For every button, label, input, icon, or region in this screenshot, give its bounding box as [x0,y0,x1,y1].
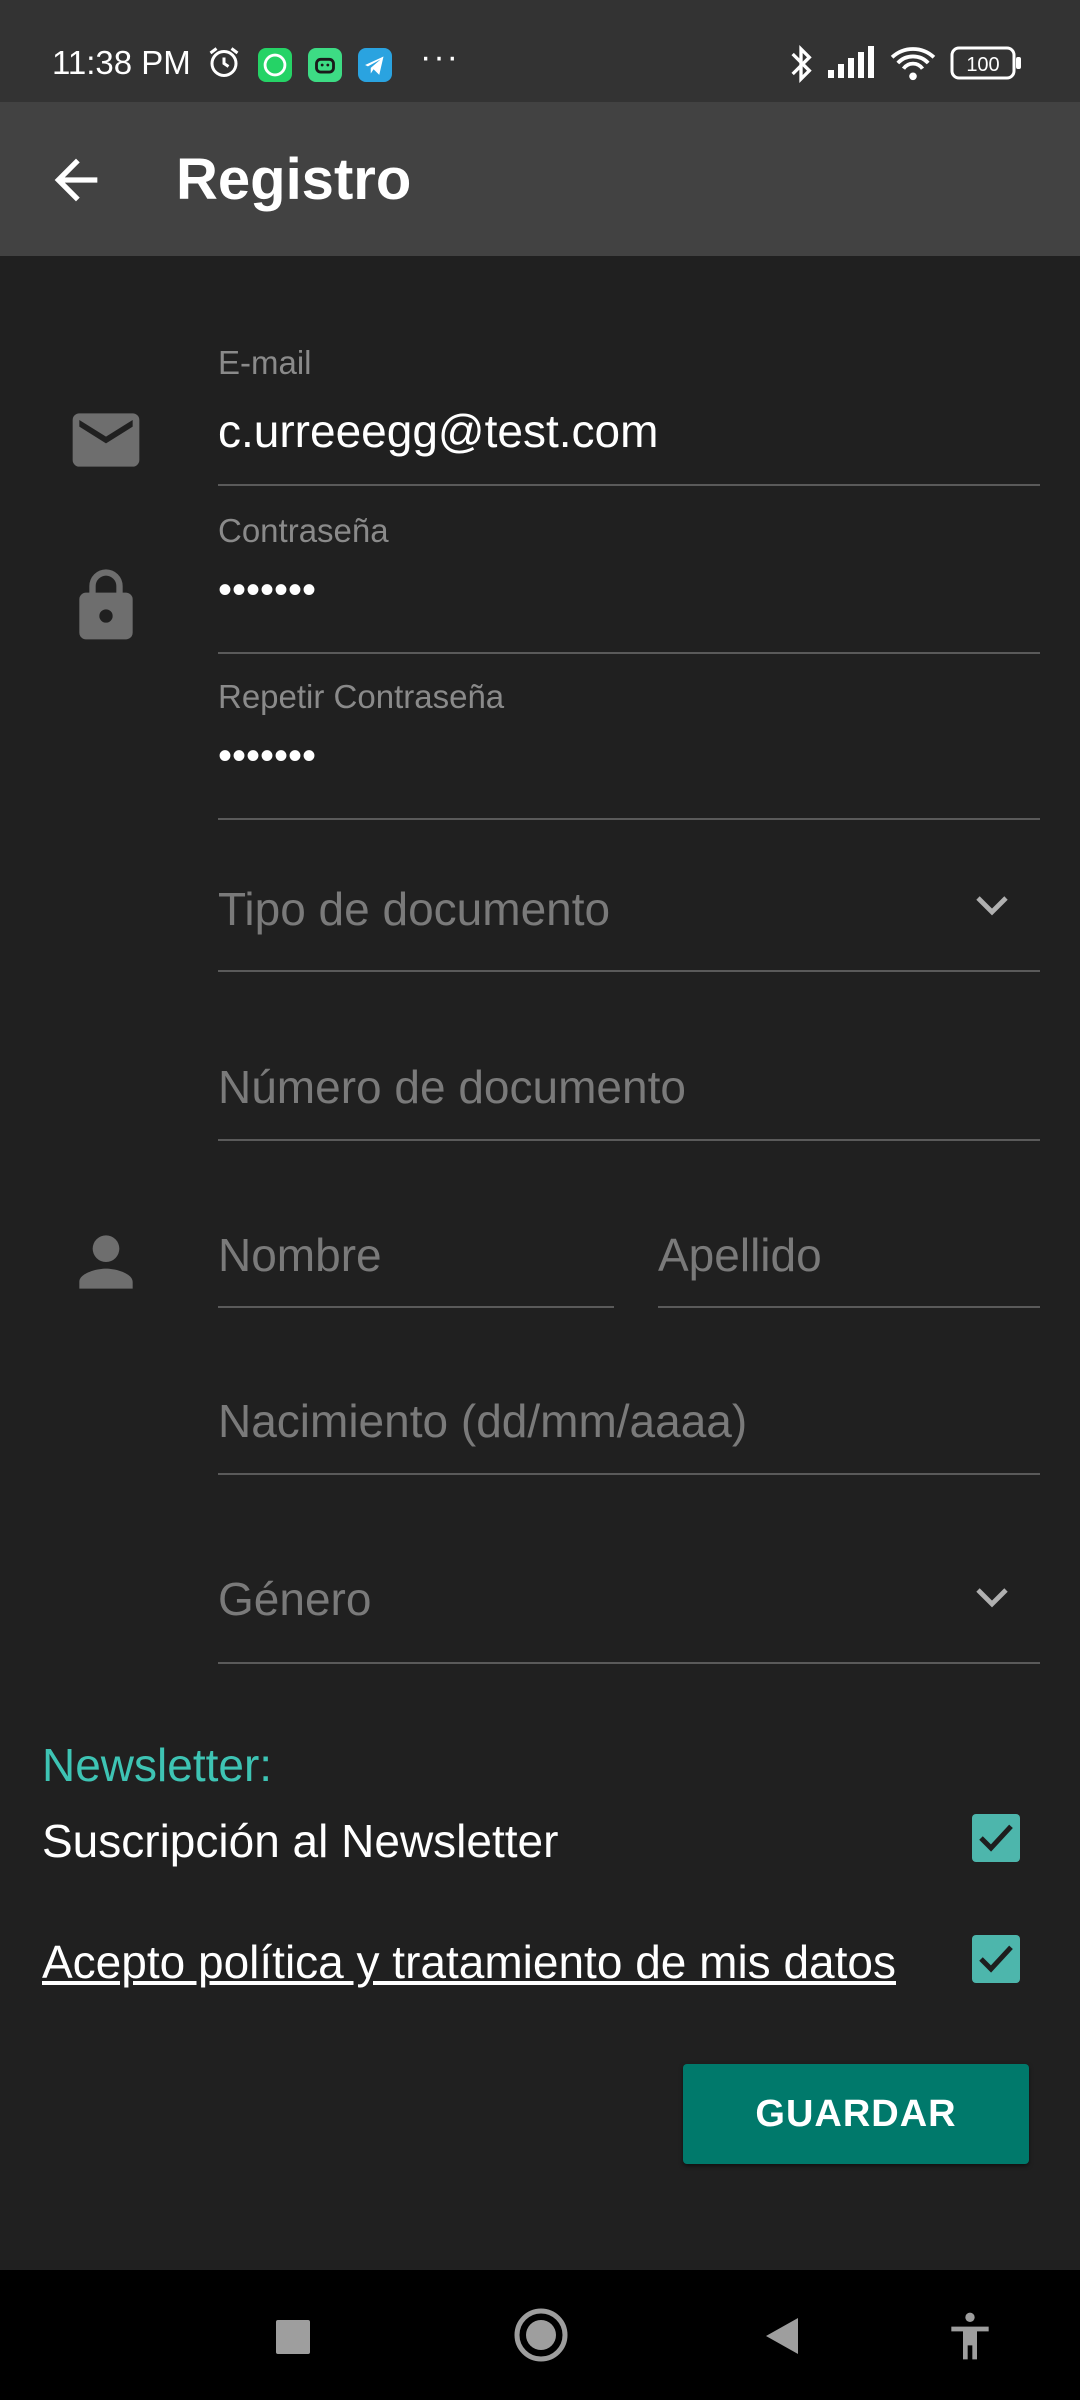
privacy-policy-checkbox[interactable] [972,1935,1020,1983]
status-bar: 11:38 PM ··· 100 [0,0,1080,102]
battery-level: 100 [966,54,999,76]
first-name-field[interactable]: Nombre [218,1220,614,1310]
android-bot-icon [308,48,342,82]
lock-icon [66,566,146,646]
email-underline [218,484,1040,486]
email-field[interactable]: E-mail c.urreeegg@test.com [218,340,1040,488]
document-type-underline [218,970,1040,972]
repeat-password-field[interactable]: Repetir Contraseña ••••••• [218,676,1040,824]
newsletter-heading: Newsletter: [42,1739,273,1791]
bluetooth-icon [786,44,816,89]
alarm-icon [206,44,242,85]
home-circle-icon[interactable] [512,2306,570,2369]
repeat-password-underline [218,818,1040,820]
app-bar: Registro [0,102,1080,256]
privacy-policy-link[interactable]: Acepto política y tratamiento de mis dat… [42,1935,896,1989]
last-name-placeholder: Apellido [658,1229,822,1281]
battery-icon: 100 [950,46,1022,85]
email-value: c.urreeegg@test.com [218,405,659,457]
gender-underline [218,1662,1040,1664]
page-title: Registro [176,147,412,212]
first-name-placeholder: Nombre [218,1229,382,1281]
checkmark-icon [979,1945,1013,1973]
repeat-password-label: Repetir Contraseña [218,678,505,715]
accessibility-icon[interactable] [942,2308,998,2369]
save-button[interactable]: GUARDAR [683,2064,1029,2164]
repeat-password-value: ••••••• [218,734,317,778]
chevron-down-icon [968,1574,1016,1622]
last-name-field[interactable]: Apellido [658,1220,1040,1310]
navigation-bar [0,2270,1080,2400]
more-notifications-icon: ··· [420,38,460,76]
birth-date-field[interactable]: Nacimiento (dd/mm/aaaa) [218,1388,1040,1478]
checkmark-icon [979,1824,1013,1852]
status-time: 11:38 PM [52,44,191,81]
email-label: E-mail [218,344,312,381]
back-triangle-icon[interactable] [760,2314,804,2363]
password-underline [218,652,1040,654]
birth-date-underline [218,1473,1040,1475]
document-type-dropdown[interactable]: Tipo de documento [218,870,1040,974]
gender-placeholder: Género [218,1573,372,1625]
telegram-icon [358,48,392,82]
first-name-underline [218,1306,614,1308]
chevron-down-icon [968,882,1016,930]
newsletter-subscription-label: Suscripción al Newsletter [42,1815,559,1867]
document-number-field[interactable]: Número de documento [218,1052,1040,1142]
password-field[interactable]: Contraseña ••••••• [218,508,1040,656]
password-value: ••••••• [218,568,317,612]
recents-square-icon[interactable] [272,2316,314,2363]
wifi-icon [890,44,936,87]
whatsapp-icon [258,48,292,82]
signal-icon [826,44,876,85]
birth-date-placeholder: Nacimiento (dd/mm/aaaa) [218,1395,748,1447]
last-name-underline [658,1306,1040,1308]
document-number-placeholder: Número de documento [218,1061,686,1113]
password-label: Contraseña [218,512,389,549]
document-type-placeholder: Tipo de documento [218,883,611,935]
gender-dropdown[interactable]: Género [218,1562,1040,1666]
email-icon [66,400,146,480]
back-arrow-icon[interactable] [44,148,108,212]
newsletter-subscription-checkbox[interactable] [972,1814,1020,1862]
document-number-underline [218,1139,1040,1141]
person-icon [66,1222,146,1302]
